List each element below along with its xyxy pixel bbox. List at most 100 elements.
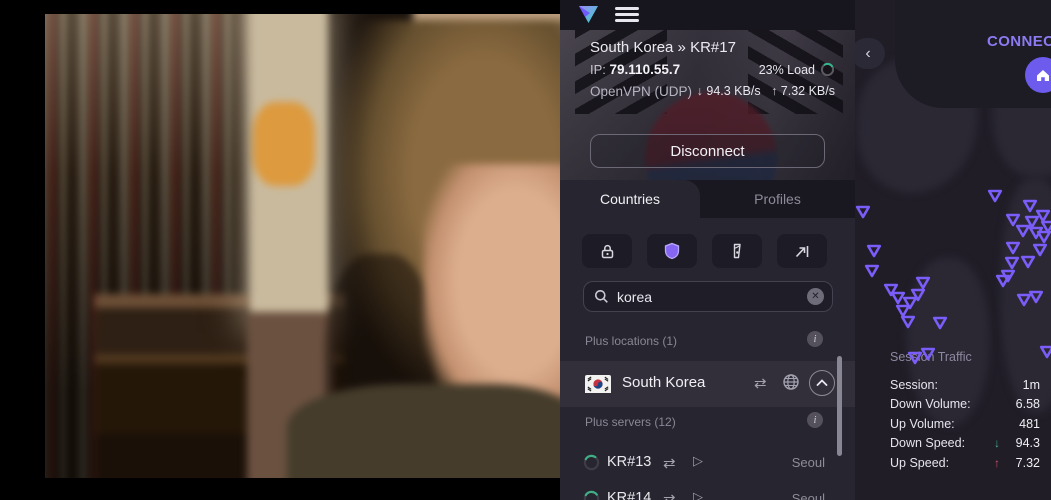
traffic-label: Up Volume: xyxy=(890,417,986,431)
list-scrollbar[interactable] xyxy=(837,356,842,456)
traffic-row-up-speed: Up Speed: ↑ 7.32 KB/s xyxy=(890,453,1048,473)
netshield-button[interactable] xyxy=(647,234,697,268)
server-location-pin[interactable] xyxy=(863,263,881,279)
search-field[interactable]: korea ✕ xyxy=(583,281,833,312)
server-row-kr13[interactable]: KR#13 ⇄ ▷ Seoul xyxy=(560,446,855,480)
server-name: KR#14 xyxy=(607,490,651,500)
lock-icon xyxy=(599,243,616,260)
plus-servers-label: Plus servers (12) xyxy=(585,415,676,429)
traffic-row-session: Session: 1m 18s xyxy=(890,375,1048,395)
globe-icon[interactable] xyxy=(782,373,800,396)
connect-play-icon[interactable]: ▷ xyxy=(693,489,703,500)
ip-address: IP: 79.110.55.7 xyxy=(590,62,680,77)
tab-bar: Countries Profiles xyxy=(560,180,855,218)
traffic-row-up-volume: Up Volume: 481 KB xyxy=(890,414,1048,434)
server-location-pin[interactable] xyxy=(1019,254,1037,270)
home-icon xyxy=(1035,68,1051,83)
clear-search-icon[interactable]: ✕ xyxy=(807,288,824,305)
tor-button[interactable] xyxy=(712,234,762,268)
load-text: 23% Load xyxy=(759,63,815,77)
up-arrow-icon: ↑ xyxy=(771,84,777,98)
server-location-pin[interactable] xyxy=(865,243,883,259)
collapse-country-button[interactable] xyxy=(809,370,835,396)
server-load-ring xyxy=(583,454,600,471)
traffic-value: 481 xyxy=(1002,417,1040,431)
server-city: Seoul xyxy=(792,491,825,500)
traffic-unit: MB xyxy=(1040,397,1051,411)
info-icon[interactable]: i xyxy=(807,412,823,428)
plus-locations-label: Plus locations (1) xyxy=(585,334,677,348)
traffic-label: Down Speed: xyxy=(890,436,986,450)
filter-buttons xyxy=(582,234,827,268)
down-arrow-icon: ↓ xyxy=(697,84,703,98)
traffic-unit: KB xyxy=(1040,417,1051,431)
up-arrow-icon: ↑ xyxy=(986,456,1002,470)
server-load-ring xyxy=(583,490,600,500)
traffic-value: 6.58 xyxy=(1002,397,1040,411)
shield-icon xyxy=(664,242,680,260)
server-location-pin[interactable] xyxy=(899,314,917,330)
tab-profiles[interactable]: Profiles xyxy=(700,180,855,218)
country-name: South Korea xyxy=(622,374,705,391)
down-arrow-icon: ↓ xyxy=(986,436,1002,450)
server-location-pin[interactable] xyxy=(919,346,937,362)
server-city: Seoul xyxy=(792,455,825,470)
server-location-pin[interactable] xyxy=(986,188,1004,204)
server-location-pin[interactable] xyxy=(1038,344,1051,360)
traffic-unit: 18s xyxy=(1040,378,1051,392)
plus-locations-section: Plus locations (1) i xyxy=(560,331,855,353)
server-location-pin[interactable] xyxy=(1027,289,1045,305)
vpn-sidebar: South Korea » KR#17 IP: 79.110.55.7 23% … xyxy=(560,0,855,500)
swap-server-icon[interactable]: ⇄ xyxy=(663,490,676,500)
world-map[interactable]: CONNECTED ‹ Session Traffic Session: 1m … xyxy=(855,0,1051,500)
secure-core-button[interactable] xyxy=(582,234,632,268)
traffic-label: Session: xyxy=(890,378,986,392)
protocol-label: OpenVPN (UDP) xyxy=(590,84,692,99)
disconnect-button[interactable]: Disconnect xyxy=(590,134,825,168)
south-korea-flag-icon xyxy=(585,375,611,398)
server-row-kr14[interactable]: KR#14 ⇄ ▷ Seoul xyxy=(560,482,855,500)
search-input[interactable]: korea xyxy=(617,289,807,305)
kill-switch-button[interactable] xyxy=(777,234,827,268)
traffic-unit: KB/s xyxy=(1040,456,1051,470)
speed-readout: ↓ 94.3 KB/s ↑ 7.32 KB/s xyxy=(697,84,835,98)
video-player-frame[interactable] xyxy=(0,0,560,500)
session-traffic-panel: Session Traffic Session: 1m 18s Down Vol… xyxy=(890,350,1048,473)
swap-server-icon[interactable]: ⇄ xyxy=(663,454,676,472)
map-header-panel xyxy=(895,0,1051,108)
server-load: 23% Load xyxy=(759,62,835,77)
connection-title: South Korea » KR#17 xyxy=(590,39,736,56)
movie-art xyxy=(45,14,560,478)
server-location-pin[interactable] xyxy=(1023,214,1041,230)
tab-countries[interactable]: Countries xyxy=(560,180,700,218)
woman-shirt xyxy=(287,384,560,478)
swap-server-icon[interactable]: ⇄ xyxy=(754,374,767,392)
traffic-row-down-speed: Down Speed: ↓ 94.3 KB/s xyxy=(890,434,1048,454)
screen: South Korea » KR#17 IP: 79.110.55.7 23% … xyxy=(0,0,1051,500)
traffic-value: 7.32 xyxy=(1002,456,1040,470)
server-location-pin[interactable] xyxy=(931,315,949,331)
menu-icon[interactable] xyxy=(615,7,639,23)
server-name: KR#13 xyxy=(607,454,651,470)
country-row-south-korea[interactable]: South Korea ⇄ xyxy=(560,361,855,407)
arrow-to-bar-icon xyxy=(793,243,811,260)
down-speed: 94.3 KB/s xyxy=(706,84,760,98)
traffic-unit: KB/s xyxy=(1040,436,1051,450)
server-location-pin[interactable] xyxy=(855,204,872,220)
countries-panel: korea ✕ Plus locations (1) i xyxy=(560,218,855,500)
connect-play-icon[interactable]: ▷ xyxy=(693,453,703,469)
traffic-label: Up Speed: xyxy=(890,456,986,470)
traffic-value: 94.3 xyxy=(1002,436,1040,450)
chevron-up-icon xyxy=(816,379,828,387)
traffic-row-down-volume: Down Volume: 6.58 MB xyxy=(890,395,1048,415)
server-location-pin[interactable] xyxy=(999,268,1017,284)
tor-icon xyxy=(729,242,745,260)
plus-servers-section: Plus servers (12) i xyxy=(560,412,855,434)
ip-label: IP: xyxy=(590,62,606,77)
server-location-pin[interactable] xyxy=(914,275,932,291)
collapse-sidebar-button[interactable]: ‹ xyxy=(855,38,885,69)
info-icon[interactable]: i xyxy=(807,331,823,347)
protonvpn-logo-icon xyxy=(577,4,600,30)
ip-value: 79.110.55.7 xyxy=(610,62,681,77)
load-gauge-icon xyxy=(820,62,835,77)
